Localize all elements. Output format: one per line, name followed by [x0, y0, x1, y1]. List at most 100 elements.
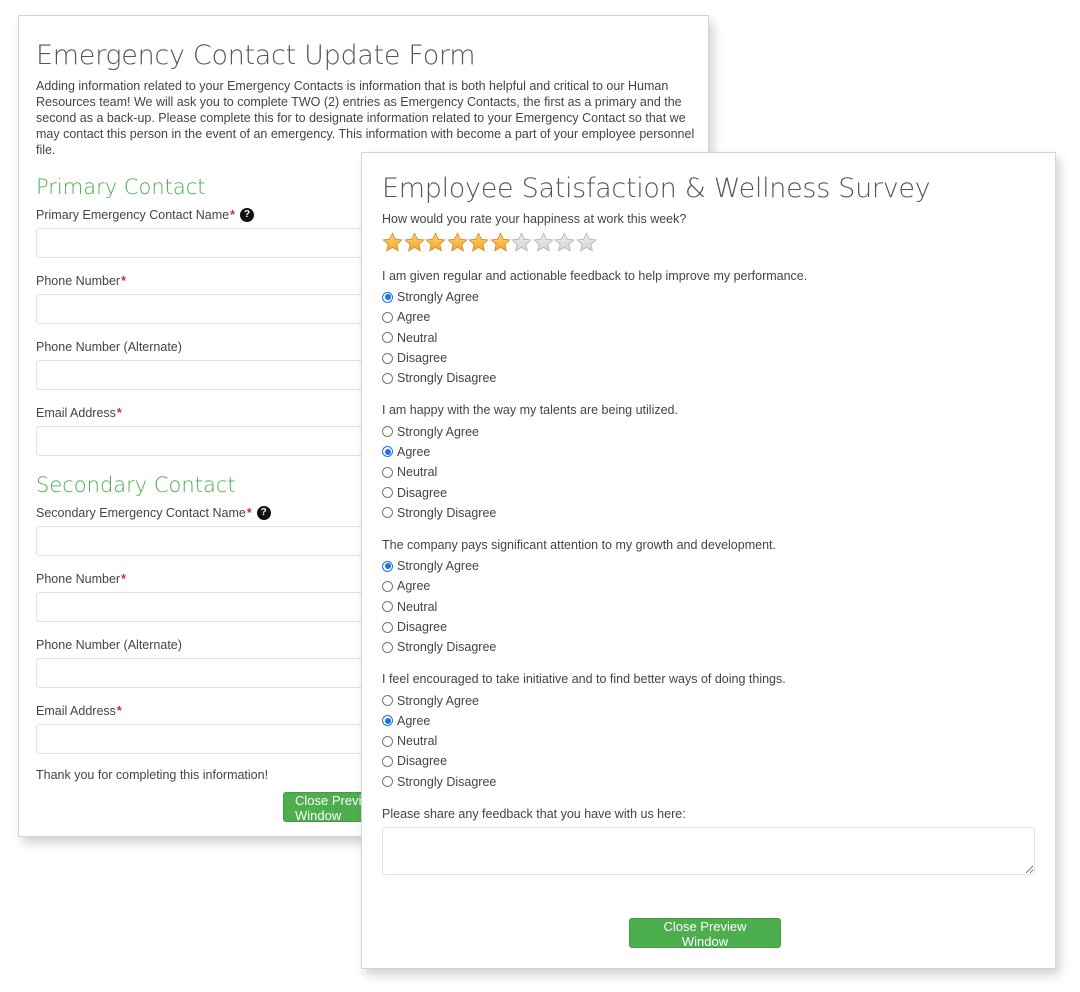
- question-text: I am happy with the way my talents are b…: [382, 403, 678, 418]
- star-filled-icon[interactable]: [382, 231, 404, 253]
- star-empty-icon[interactable]: [554, 231, 576, 253]
- field-label-text: Phone Number (Alternate): [36, 340, 182, 354]
- field-label-text: Email Address: [36, 704, 116, 718]
- radio-unchecked-icon[interactable]: [382, 352, 393, 364]
- close-preview-button[interactable]: Close Preview Window: [629, 918, 781, 949]
- rating-question: How would you rate your happiness at wor…: [382, 212, 687, 226]
- radio-option[interactable]: Strongly Agree: [382, 421, 1035, 441]
- radio-unchecked-icon[interactable]: [382, 507, 393, 519]
- radio-unchecked-icon[interactable]: [382, 755, 393, 767]
- radio-option-label: Agree: [397, 444, 431, 459]
- radio-unchecked-icon[interactable]: [382, 580, 393, 592]
- radio-unchecked-icon[interactable]: [382, 372, 393, 384]
- radio-option[interactable]: Strongly Agree: [382, 690, 1035, 710]
- question-text: I am given regular and actionable feedba…: [382, 269, 808, 283]
- star-filled-icon[interactable]: [446, 231, 469, 253]
- star-filled-icon[interactable]: [468, 231, 490, 253]
- radio-option-label: Strongly Disagree: [397, 505, 497, 520]
- radio-option-label: Neutral: [397, 330, 438, 345]
- star-empty-icon[interactable]: [575, 231, 598, 253]
- radio-unchecked-icon[interactable]: [382, 332, 393, 344]
- radio-unchecked-icon[interactable]: [382, 466, 393, 478]
- required-asterisk: *: [246, 506, 252, 520]
- survey-question: I am given regular and actionable feedba…: [382, 268, 1035, 388]
- radio-option[interactable]: Strongly Disagree: [382, 772, 1035, 792]
- radio-option-label: Disagree: [397, 485, 448, 500]
- star-empty-icon[interactable]: [532, 231, 555, 253]
- star-filled-icon[interactable]: [425, 231, 447, 253]
- radio-checked-icon[interactable]: [382, 446, 393, 458]
- radio-option-label: Neutral: [397, 599, 438, 614]
- radio-unchecked-icon[interactable]: [382, 311, 393, 323]
- radio-option-label: Disagree: [397, 620, 448, 634]
- radio-unchecked-icon[interactable]: [382, 776, 393, 788]
- radio-option[interactable]: Disagree: [382, 482, 1035, 502]
- star-filled-icon[interactable]: [489, 231, 512, 253]
- emergency-form-intro: Adding information related to your Emerg…: [36, 79, 695, 157]
- help-icon[interactable]: ?: [256, 506, 271, 520]
- star-filled-icon[interactable]: [403, 231, 426, 253]
- radio-option[interactable]: Neutral: [382, 328, 1035, 348]
- radio-option[interactable]: Disagree: [382, 617, 1035, 637]
- field-label-text: Phone Number: [36, 572, 121, 586]
- field-label-text: Email Address: [36, 406, 116, 420]
- field-label-text: Phone Number (Alternate): [36, 638, 182, 652]
- radio-unchecked-icon[interactable]: [382, 621, 393, 633]
- survey-question: I feel encouraged to take initiative and…: [382, 671, 1035, 791]
- survey-question: The company pays significant attention t…: [382, 537, 1035, 657]
- radio-option-label: Strongly Disagree: [397, 371, 497, 386]
- radio-unchecked-icon[interactable]: [382, 641, 393, 653]
- radio-option-label: Disagree: [397, 754, 448, 769]
- radio-checked-icon[interactable]: [382, 560, 393, 572]
- radio-option-label: Neutral: [397, 734, 438, 749]
- radio-option[interactable]: Strongly Agree: [382, 287, 1035, 307]
- required-asterisk: *: [121, 274, 126, 288]
- radio-option-label: Strongly Disagree: [397, 640, 497, 655]
- radio-unchecked-icon[interactable]: [382, 426, 393, 438]
- radio-option-label: Agree: [397, 579, 431, 594]
- survey-window: Employee Satisfaction & Wellness Survey …: [361, 152, 1056, 969]
- radio-option[interactable]: Agree: [382, 442, 1035, 462]
- radio-option-label: Agree: [397, 713, 431, 728]
- feedback-label: Please share any feedback that you have …: [382, 806, 686, 821]
- field-label-text: Primary Emergency Contact Name: [36, 208, 230, 222]
- radio-checked-icon[interactable]: [382, 291, 393, 303]
- field-label-text: Secondary Emergency Contact Name: [36, 506, 246, 520]
- radio-option-label: Strongly Disagree: [397, 774, 497, 789]
- radio-unchecked-icon[interactable]: [382, 735, 393, 747]
- radio-option[interactable]: Strongly Disagree: [382, 637, 1035, 657]
- radio-unchecked-icon[interactable]: [382, 601, 393, 613]
- radio-option[interactable]: Strongly Disagree: [382, 503, 1035, 523]
- radio-unchecked-icon[interactable]: [382, 695, 393, 707]
- radio-option[interactable]: Strongly Disagree: [382, 368, 1035, 388]
- radio-option-label: Strongly Agree: [397, 290, 479, 305]
- radio-option[interactable]: Agree: [382, 711, 1035, 731]
- survey-question: I am happy with the way my talents are b…: [382, 402, 1035, 522]
- star-empty-icon[interactable]: [511, 231, 533, 253]
- question-text: I feel encouraged to take initiative and…: [382, 672, 786, 687]
- radio-option[interactable]: Strongly Agree: [382, 556, 1035, 576]
- radio-option-label: Neutral: [397, 465, 438, 480]
- radio-option[interactable]: Agree: [382, 307, 1035, 327]
- required-asterisk: *: [230, 208, 235, 222]
- radio-option[interactable]: Neutral: [382, 731, 1035, 751]
- radio-option[interactable]: Disagree: [382, 751, 1035, 771]
- required-asterisk: *: [116, 704, 122, 718]
- survey-title: Employee Satisfaction & Wellness Survey: [382, 173, 931, 204]
- emergency-form-title: Emergency Contact Update Form: [36, 40, 476, 71]
- survey-questions: I am given regular and actionable feedba…: [382, 268, 1035, 792]
- required-asterisk: *: [116, 406, 122, 420]
- radio-option-label: Agree: [397, 310, 431, 325]
- radio-option[interactable]: Agree: [382, 576, 1035, 596]
- radio-option[interactable]: Neutral: [382, 597, 1035, 617]
- radio-checked-icon[interactable]: [382, 715, 393, 727]
- radio-option-label: Strongly Agree: [397, 559, 479, 574]
- happiness-star-rating[interactable]: [382, 230, 1035, 254]
- feedback-textarea[interactable]: [382, 826, 1035, 875]
- required-asterisk: *: [121, 572, 126, 586]
- radio-option[interactable]: Neutral: [382, 462, 1035, 482]
- radio-unchecked-icon[interactable]: [382, 487, 393, 499]
- help-icon[interactable]: ?: [240, 208, 254, 222]
- radio-option[interactable]: Disagree: [382, 348, 1035, 368]
- radio-option-label: Strongly Agree: [397, 424, 479, 439]
